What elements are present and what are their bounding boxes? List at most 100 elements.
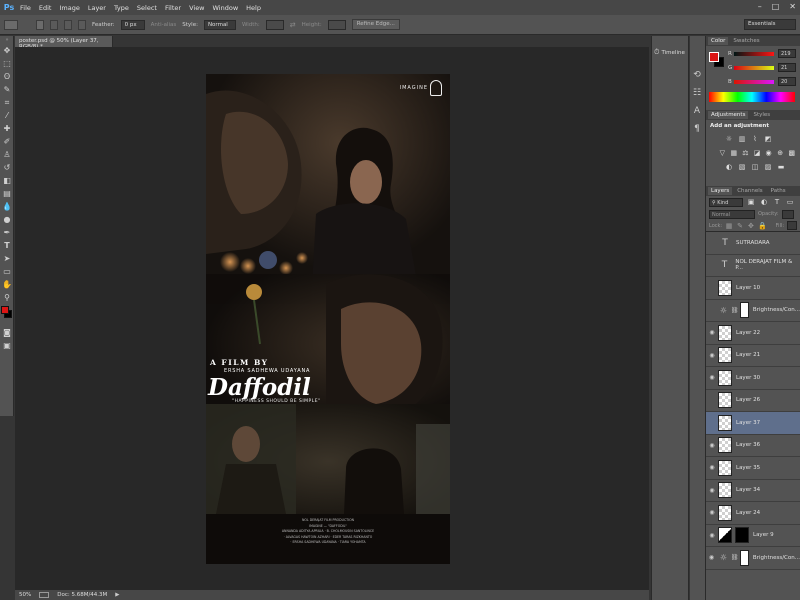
- chain-link-icon[interactable]: ⛓: [731, 554, 739, 561]
- foreground-color-swatch[interactable]: [1, 306, 9, 314]
- layer-row[interactable]: ◉ Layer 21: [706, 345, 800, 367]
- healing-tool-icon[interactable]: ✚: [0, 122, 14, 135]
- character-icon[interactable]: A: [690, 102, 704, 120]
- visibility-eye-icon[interactable]: ◉: [706, 532, 718, 539]
- close-button[interactable]: ✕: [789, 2, 796, 11]
- fill-input[interactable]: [787, 221, 797, 230]
- workspace-select[interactable]: Essentials: [744, 19, 796, 30]
- menu-window[interactable]: Window: [209, 4, 243, 12]
- screen-mode-icon[interactable]: ▣: [0, 339, 14, 352]
- shape-tool-icon[interactable]: ▭: [0, 265, 14, 278]
- clone-stamp-tool-icon[interactable]: ♙: [0, 148, 14, 161]
- gradient-tool-icon[interactable]: ▤: [0, 187, 14, 200]
- layer-row-selected[interactable]: Layer 37: [706, 412, 800, 435]
- blend-mode-select[interactable]: Normal: [709, 209, 755, 219]
- marquee-tool-preset-icon[interactable]: [4, 19, 18, 30]
- lock-all-icon[interactable]: 🔒: [758, 221, 767, 230]
- filter-shape-icon[interactable]: ▭: [785, 198, 795, 207]
- filter-adjustment-icon[interactable]: ◐: [759, 198, 769, 207]
- layer-row[interactable]: ◉ Layer 36: [706, 435, 800, 457]
- layer-row[interactable]: ◉ Layer 22: [706, 322, 800, 345]
- visibility-eye-icon[interactable]: ◉: [706, 554, 717, 561]
- dodge-tool-icon[interactable]: ●: [0, 213, 14, 226]
- new-selection-icon[interactable]: [36, 19, 44, 30]
- menu-type[interactable]: Type: [110, 4, 133, 12]
- path-select-tool-icon[interactable]: ➤: [0, 252, 14, 265]
- swap-icon[interactable]: ⇄: [290, 21, 296, 29]
- style-select[interactable]: Normal: [203, 19, 236, 30]
- poster-canvas[interactable]: IMAGINE A FILM BY ERSHA SADHEWA UDAYANA …: [206, 74, 450, 564]
- vibrance-icon[interactable]: ▽: [718, 148, 727, 157]
- pen-tool-icon[interactable]: ✒: [0, 226, 14, 239]
- status-menu-arrow-icon[interactable]: ▶: [115, 592, 119, 598]
- maximize-button[interactable]: □: [772, 2, 780, 11]
- visibility-eye-icon[interactable]: ◉: [706, 374, 718, 381]
- lock-pixels-icon[interactable]: ▦: [725, 221, 733, 230]
- menu-help[interactable]: Help: [242, 4, 265, 12]
- properties-icon[interactable]: ☷: [690, 84, 704, 102]
- paragraph-icon[interactable]: ¶: [690, 120, 704, 138]
- crop-tool-icon[interactable]: ⌗: [0, 96, 14, 109]
- tab-styles[interactable]: Styles: [750, 111, 773, 119]
- tab-channels[interactable]: Channels: [734, 187, 765, 195]
- subtract-selection-icon[interactable]: [64, 19, 72, 30]
- tab-paths[interactable]: Paths: [768, 187, 789, 195]
- feather-input[interactable]: 0 px: [120, 19, 145, 30]
- panel-collapse-icon[interactable]: »: [0, 36, 14, 44]
- blur-tool-icon[interactable]: 💧: [0, 200, 14, 213]
- intersect-selection-icon[interactable]: [78, 19, 86, 30]
- opacity-input[interactable]: [781, 209, 794, 219]
- levels-icon[interactable]: ▥: [737, 134, 747, 143]
- b-slider[interactable]: [734, 80, 774, 84]
- layer-row[interactable]: ☼ ⛓ Brightness/Con...: [706, 300, 800, 322]
- eraser-tool-icon[interactable]: ◧: [0, 174, 14, 187]
- layer-row[interactable]: ◉ Layer 34: [706, 480, 800, 502]
- document-tab[interactable]: poster.psd @ 50% (Layer 37, RGB/8) *: [15, 36, 113, 50]
- channel-mixer-icon[interactable]: ⊕: [776, 148, 785, 157]
- filter-type-icon[interactable]: T: [772, 198, 782, 207]
- quick-select-tool-icon[interactable]: ✎: [0, 83, 14, 96]
- history-brush-tool-icon[interactable]: ↺: [0, 161, 14, 174]
- anti-alias-checkbox[interactable]: Anti-alias: [151, 22, 177, 28]
- menu-select[interactable]: Select: [133, 4, 161, 12]
- g-slider[interactable]: [734, 66, 774, 70]
- layer-row[interactable]: ◉ Layer 24: [706, 502, 800, 525]
- color-spectrum[interactable]: [709, 92, 795, 102]
- move-tool-icon[interactable]: ✥: [0, 44, 14, 57]
- add-selection-icon[interactable]: [50, 19, 58, 30]
- photo-filter-icon[interactable]: ◉: [764, 148, 773, 157]
- menu-image[interactable]: Image: [55, 4, 83, 12]
- height-input[interactable]: [327, 19, 346, 30]
- layer-row[interactable]: T SUTRADARA: [706, 232, 800, 255]
- width-input[interactable]: [265, 19, 284, 30]
- visibility-eye-icon[interactable]: ◉: [706, 509, 718, 516]
- visibility-eye-icon[interactable]: ◉: [706, 329, 718, 336]
- type-tool-icon[interactable]: T: [0, 239, 14, 252]
- lock-image-icon[interactable]: ✎: [736, 221, 744, 230]
- refine-edge-button[interactable]: Refine Edge...: [351, 19, 400, 30]
- r-slider[interactable]: [734, 52, 774, 56]
- g-input[interactable]: 21: [778, 63, 796, 72]
- menu-layer[interactable]: Layer: [84, 4, 110, 12]
- layer-row[interactable]: ◉ Layer 30: [706, 367, 800, 390]
- menu-edit[interactable]: Edit: [35, 4, 56, 12]
- visibility-eye-icon[interactable]: ◉: [706, 352, 718, 359]
- hand-tool-icon[interactable]: ✋: [0, 278, 14, 291]
- color-balance-icon[interactable]: ⚖: [741, 148, 750, 157]
- gradient-map-icon[interactable]: ▬: [776, 162, 786, 171]
- menu-filter[interactable]: Filter: [161, 4, 185, 12]
- exposure-icon[interactable]: ◩: [763, 134, 773, 143]
- brightness-contrast-icon[interactable]: ☼: [724, 134, 734, 143]
- zoom-tool-icon[interactable]: ⚲: [0, 291, 14, 304]
- black-white-icon[interactable]: ◪: [753, 148, 762, 157]
- quick-mask-icon[interactable]: ◙: [0, 326, 14, 339]
- hue-saturation-icon[interactable]: ▦: [730, 148, 739, 157]
- history-icon[interactable]: ⟲: [690, 66, 704, 84]
- layer-row[interactable]: Layer 26: [706, 390, 800, 412]
- tab-layers[interactable]: Layers: [708, 187, 733, 195]
- minimize-button[interactable]: –: [758, 2, 762, 11]
- color-lookup-icon[interactable]: ▩: [787, 148, 796, 157]
- posterize-icon[interactable]: ▧: [737, 162, 747, 171]
- visibility-eye-icon[interactable]: ◉: [706, 442, 718, 449]
- invert-icon[interactable]: ◐: [724, 162, 734, 171]
